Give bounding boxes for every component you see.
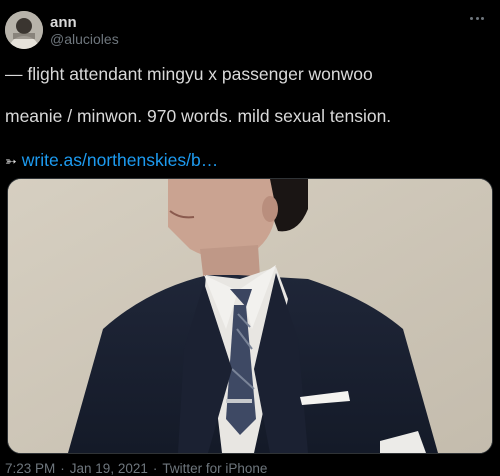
tweet-meta: 7:23 PM · Jan 19, 2021 · Twitter for iPhone (5, 461, 267, 476)
tweet: ann @alucioles — flight attendant mingyu… (0, 0, 500, 476)
tweet-link[interactable]: write.as/northenskies/b… (22, 150, 218, 170)
arrow-icon: ➳ (5, 153, 17, 169)
separator-dot: · (60, 461, 65, 476)
author-handle[interactable]: @alucioles (50, 31, 119, 47)
tweet-text-line-1: — flight attendant mingyu x passenger wo… (5, 64, 373, 84)
tweet-date[interactable]: Jan 19, 2021 (70, 461, 148, 476)
tweet-link-line: ➳ write.as/northenskies/b… (5, 150, 218, 171)
more-options-icon[interactable] (466, 10, 488, 26)
separator-dot: · (152, 461, 158, 476)
author-name[interactable]: ann (50, 14, 77, 31)
photo-illustration (8, 179, 492, 453)
media-image[interactable] (7, 178, 493, 454)
tweet-text-line-2: meanie / minwon. 970 words. mild sexual … (5, 106, 392, 126)
avatar[interactable] (5, 11, 43, 49)
tweet-source[interactable]: Twitter for iPhone (162, 461, 267, 476)
tweet-time[interactable]: 7:23 PM (5, 461, 55, 476)
